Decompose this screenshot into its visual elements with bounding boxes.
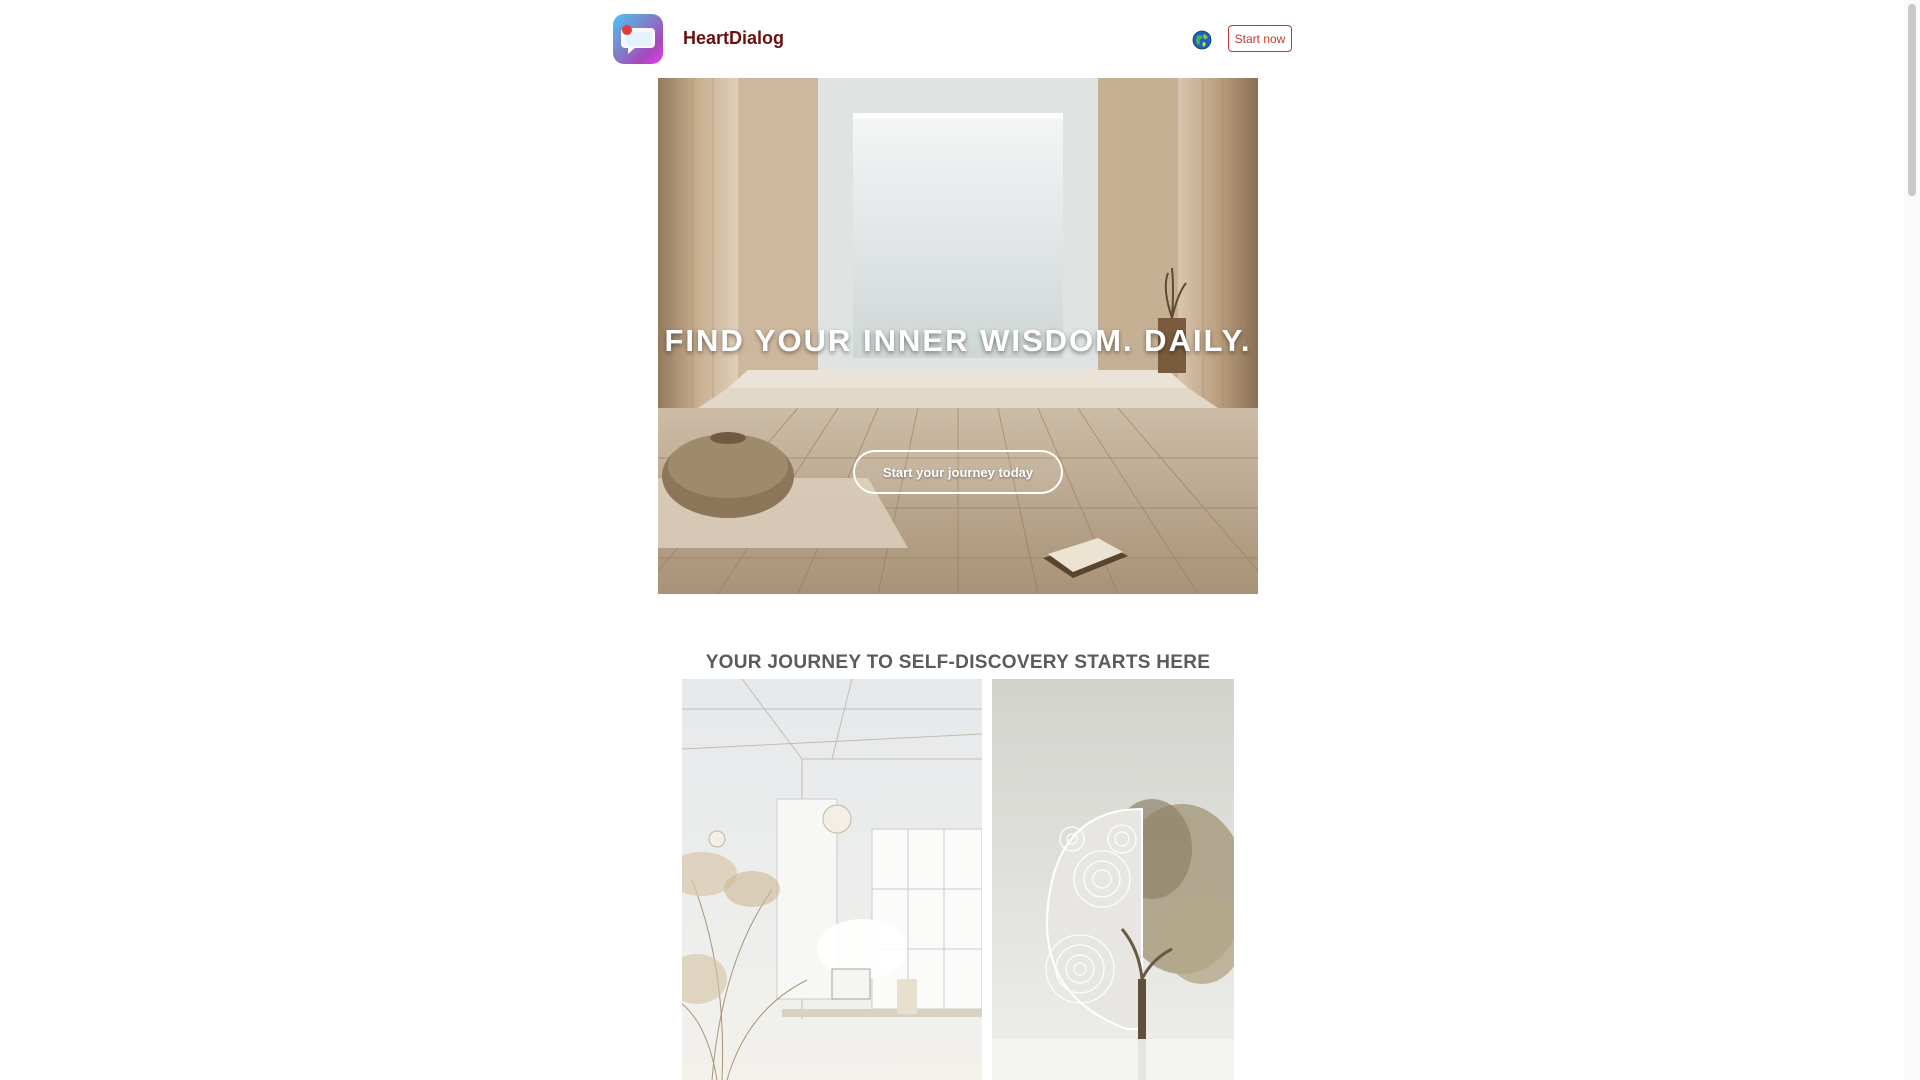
hero-headline: FIND YOUR INNER WISDOM. DAILY. [664,323,1252,358]
site-header: HeartDialog Start now [0,0,1904,78]
start-journey-button[interactable]: Start your journey today [853,450,1063,494]
page-scrollbar[interactable] [1904,0,1920,1080]
brand-name[interactable]: HeartDialog [683,28,784,49]
hero-banner: FIND YOUR INNER WISDOM. DAILY. Start you… [658,78,1258,594]
brain-tree-image [992,679,1234,1080]
section-title: YOUR JOURNEY TO SELF-DISCOVERY STARTS HE… [705,651,1211,673]
start-now-button[interactable]: Start now [1228,25,1292,52]
scrollbar-thumb[interactable] [1908,4,1916,196]
globe-icon[interactable] [1192,30,1212,50]
office-plant-image [682,679,982,1080]
app-logo-icon[interactable] [613,14,663,64]
